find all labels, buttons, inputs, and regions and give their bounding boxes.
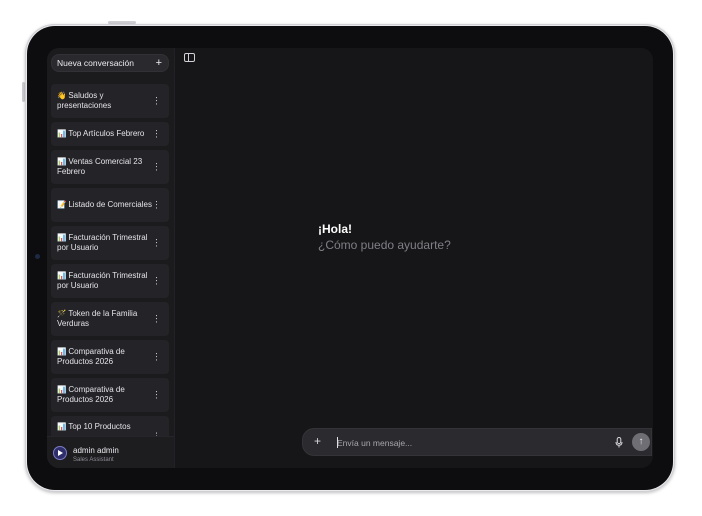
- conversation-item[interactable]: 📝 Listado de Comerciales ⋮: [51, 188, 169, 222]
- chart-icon: 📊: [57, 270, 67, 280]
- magic-wand-icon: 🪄: [57, 308, 67, 318]
- more-options-icon[interactable]: ⋮: [152, 238, 161, 248]
- sidebar: Nueva conversación + 👋 Saludos y presenta…: [47, 48, 175, 468]
- avatar: [53, 446, 67, 460]
- chat-area: ¡Hola! ¿Cómo puedo ayudarte? + ↑: [175, 48, 653, 468]
- conversation-list: 👋 Saludos y presentaciones ⋮ 📊 Top Artícul…: [47, 76, 174, 436]
- more-options-icon[interactable]: ⋮: [152, 96, 161, 106]
- conversation-item[interactable]: 📊 Comparativa de Productos 2026 ⋮: [51, 378, 169, 412]
- new-conversation-label: Nueva conversación: [57, 58, 135, 68]
- message-input[interactable]: [337, 435, 567, 450]
- conversation-item[interactable]: 🪄 Token de la Familia Verduras ⋮: [51, 302, 169, 336]
- conversation-item[interactable]: 📊 Comparativa de Productos 2026 ⋮: [51, 340, 169, 374]
- attach-plus-icon[interactable]: +: [314, 435, 321, 447]
- user-name: admin admin: [73, 446, 119, 455]
- front-camera: [35, 254, 40, 259]
- user-profile[interactable]: admin admin Sales Assistant: [47, 436, 174, 468]
- new-conversation-button[interactable]: Nueva conversación +: [51, 54, 169, 72]
- more-options-icon[interactable]: ⋮: [152, 129, 161, 139]
- conversation-title: Listado de Comerciales: [68, 199, 152, 209]
- conversation-item[interactable]: 📊 Facturación Trimestral por Usuario ⋮: [51, 264, 169, 298]
- greeting-title: ¡Hola!: [318, 222, 352, 236]
- conversation-title: Top 10 Productos: [68, 422, 131, 431]
- sidebar-toggle-icon[interactable]: [184, 53, 195, 62]
- chart-icon: 📊: [57, 346, 67, 356]
- conversation-title: Ventas Comercial 23 Febrero: [57, 156, 143, 177]
- conversation-title: Comparativa de Productos 2026: [57, 384, 125, 405]
- conversation-title: Facturación Trimestral por Usuario: [57, 232, 148, 253]
- more-options-icon[interactable]: ⋮: [152, 314, 161, 324]
- conversation-item[interactable]: 👋 Saludos y presentaciones ⋮: [51, 84, 169, 118]
- more-options-icon[interactable]: ⋮: [152, 352, 161, 362]
- more-options-icon[interactable]: ⋮: [152, 200, 161, 210]
- conversation-item[interactable]: 📊 Facturación Trimestral por Usuario ⋮: [51, 226, 169, 260]
- send-arrow-icon[interactable]: ↑: [632, 433, 650, 451]
- conversation-title: Comparativa de Productos 2026: [57, 346, 125, 367]
- greeting-subtitle: ¿Cómo puedo ayudarte?: [318, 238, 451, 252]
- conversation-title: Facturación Trimestral por Usuario: [57, 270, 148, 291]
- wave-icon: 👋: [57, 90, 67, 100]
- chart-icon: 📊: [57, 128, 67, 138]
- conversation-title: Token de la Familia Verduras: [57, 308, 138, 329]
- play-icon: [58, 450, 63, 456]
- conversation-title: Top Artículos Febrero: [68, 128, 145, 138]
- memo-icon: 📝: [57, 199, 67, 209]
- conversation-item[interactable]: 📊 Ventas Comercial 23 Febrero ⋮: [51, 150, 169, 184]
- chart-icon: 📊: [57, 156, 67, 166]
- more-options-icon[interactable]: ⋮: [152, 276, 161, 286]
- more-options-icon[interactable]: ⋮: [152, 390, 161, 400]
- microphone-icon[interactable]: [615, 437, 623, 448]
- chart-icon: 📊: [57, 422, 67, 431]
- user-role: Sales Assistant: [73, 457, 114, 463]
- conversation-item[interactable]: 📊 Top Artículos Febrero ⋮: [51, 122, 169, 146]
- plus-icon: +: [155, 56, 162, 69]
- app-screen: Nueva conversación + 👋 Saludos y presenta…: [47, 48, 653, 468]
- chart-icon: 📊: [57, 384, 67, 394]
- chart-icon: 📊: [57, 232, 67, 242]
- conversation-item[interactable]: 📊 Top 10 Productos ⋮: [51, 416, 169, 436]
- message-composer: + ↑: [302, 428, 652, 456]
- more-options-icon[interactable]: ⋮: [152, 162, 161, 172]
- text-caret: [337, 437, 338, 448]
